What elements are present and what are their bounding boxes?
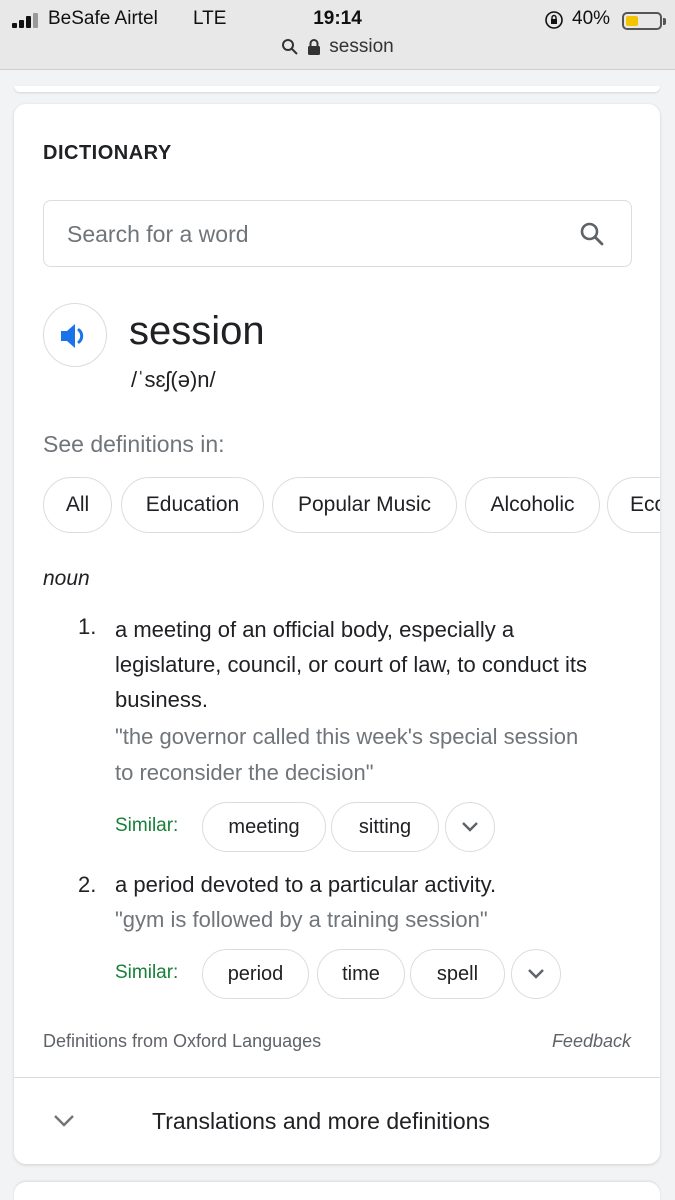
speaker-icon [61,324,84,348]
previous-card-edge [14,86,660,92]
similar-label: Similar: [115,962,179,983]
dictionary-card: DICTIONARY Search for a word session /ˈs… [14,104,660,1164]
similar-chip-period[interactable]: period [202,949,309,999]
definition-number: 1. [78,614,97,639]
similar-chip-time[interactable]: time [317,949,405,999]
chevron-down-icon[interactable] [52,1113,76,1129]
search-placeholder: Search for a word [67,221,249,247]
feedback-link[interactable]: Feedback [552,1031,631,1052]
rotation-lock-icon [545,11,563,29]
battery-icon [622,12,666,30]
similar-chip-spell[interactable]: spell [410,949,505,999]
chip-popular-music[interactable]: Popular Music [272,477,457,533]
chip-alcoholic[interactable]: Alcoholic [465,477,600,533]
status-bar: BeSafe Airtel LTE 19:14 40% session [0,0,675,70]
chip-eco[interactable]: Eco [607,477,660,533]
part-of-speech: noun [43,567,90,590]
expand-similar-button[interactable] [445,802,495,852]
definitions-source: Definitions from Oxford Languages [43,1031,322,1051]
search-icon [282,39,298,55]
see-definitions-label: See definitions in: [43,431,225,457]
pronunciation-button[interactable] [43,303,107,367]
expand-similar-button[interactable] [511,949,561,999]
search-icon[interactable] [579,221,605,247]
url-text: session [329,36,394,57]
phonetic: /ˈsɛʃ(ə)n/ [131,367,216,392]
chevron-down-icon [462,822,478,832]
definition-text: a meeting of an official body, especiall… [115,617,588,712]
divider [14,1077,660,1078]
next-card-edge [14,1182,660,1200]
definition-number: 2. [78,872,97,897]
chevron-down-icon [528,969,544,979]
headword: session [129,309,265,353]
definition-example: "gym is followed by a training session" [115,907,488,932]
dictionary-heading: DICTIONARY [43,142,172,164]
similar-label: Similar: [115,815,179,836]
address-bar[interactable]: session [0,36,675,62]
similar-chip-meeting[interactable]: meeting [202,802,326,852]
similar-chip-sitting[interactable]: sitting [331,802,439,852]
lock-icon [308,39,321,55]
definition-example: "the governor called this week's special… [115,724,579,785]
definition-text: a period devoted to a particular activit… [115,872,497,897]
battery-percent: 40% [572,8,611,29]
translations-more-definitions-button[interactable]: Translations and more definitions [152,1108,490,1135]
word-search-input[interactable]: Search for a word [43,200,632,267]
chip-education[interactable]: Education [121,477,264,533]
chip-all[interactable]: All [43,477,112,533]
